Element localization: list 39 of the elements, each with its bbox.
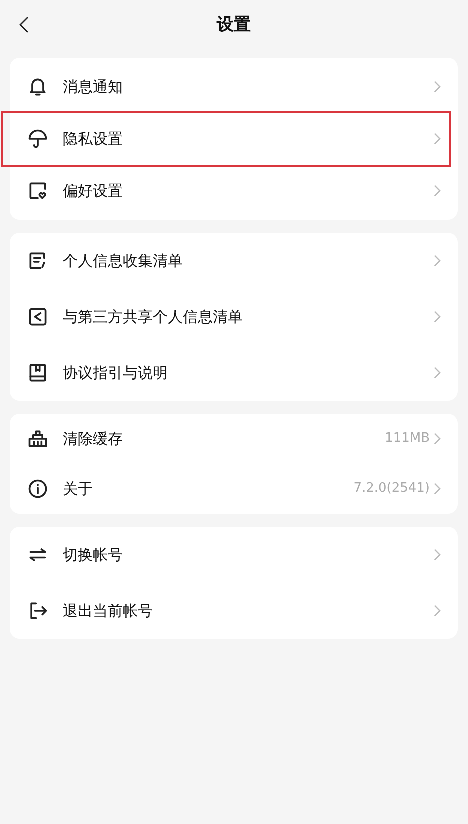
item-value: 111MB — [385, 430, 430, 448]
item-label: 偏好设置 — [63, 180, 124, 202]
chevron-icon — [434, 483, 441, 495]
settings-item[interactable]: 隐私设置 — [3, 113, 449, 165]
item-label: 清除缓存 — [63, 428, 124, 450]
chevron-icon — [434, 605, 441, 617]
settings-item[interactable]: 退出当前帐号 — [10, 583, 458, 639]
chevron-icon — [434, 81, 441, 93]
chevron-icon — [434, 185, 441, 197]
chevron-icon — [434, 549, 441, 561]
item-label: 与第三方共享个人信息清单 — [63, 306, 244, 328]
info-icon — [27, 478, 49, 500]
chevron-icon — [434, 255, 441, 267]
item-label: 隐私设置 — [63, 128, 124, 150]
umbrella-icon — [27, 128, 49, 150]
settings-item[interactable]: 个人信息收集清单 — [10, 233, 458, 289]
item-label: 协议指引与说明 — [63, 362, 169, 384]
settings-item[interactable]: 偏好设置 — [10, 165, 458, 217]
item-label: 消息通知 — [63, 76, 124, 98]
settings-item[interactable]: 关于 7.2.0(2541) — [10, 464, 458, 514]
heart-square-icon — [27, 180, 49, 202]
chevron-icon — [434, 133, 441, 145]
share-icon — [27, 306, 49, 328]
item-label: 退出当前帐号 — [63, 600, 154, 622]
item-label: 个人信息收集清单 — [63, 250, 184, 272]
chevron-icon — [434, 311, 441, 323]
settings-item[interactable]: 协议指引与说明 — [10, 345, 458, 401]
settings-item[interactable]: 清除缓存 111MB — [10, 414, 458, 464]
settings-item[interactable]: 切换帐号 — [10, 527, 458, 583]
item-value: 7.2.0(2541) — [354, 480, 430, 498]
item-label: 切换帐号 — [63, 544, 124, 566]
book-icon — [27, 362, 49, 384]
settings-item[interactable]: 消息通知 — [10, 61, 458, 113]
basket-icon — [27, 428, 49, 450]
chevron-icon — [434, 433, 441, 445]
settings-item[interactable]: 与第三方共享个人信息清单 — [10, 289, 458, 345]
page-title: 设置 — [217, 14, 251, 37]
item-label: 关于 — [63, 478, 94, 500]
chevron-icon — [434, 367, 441, 379]
